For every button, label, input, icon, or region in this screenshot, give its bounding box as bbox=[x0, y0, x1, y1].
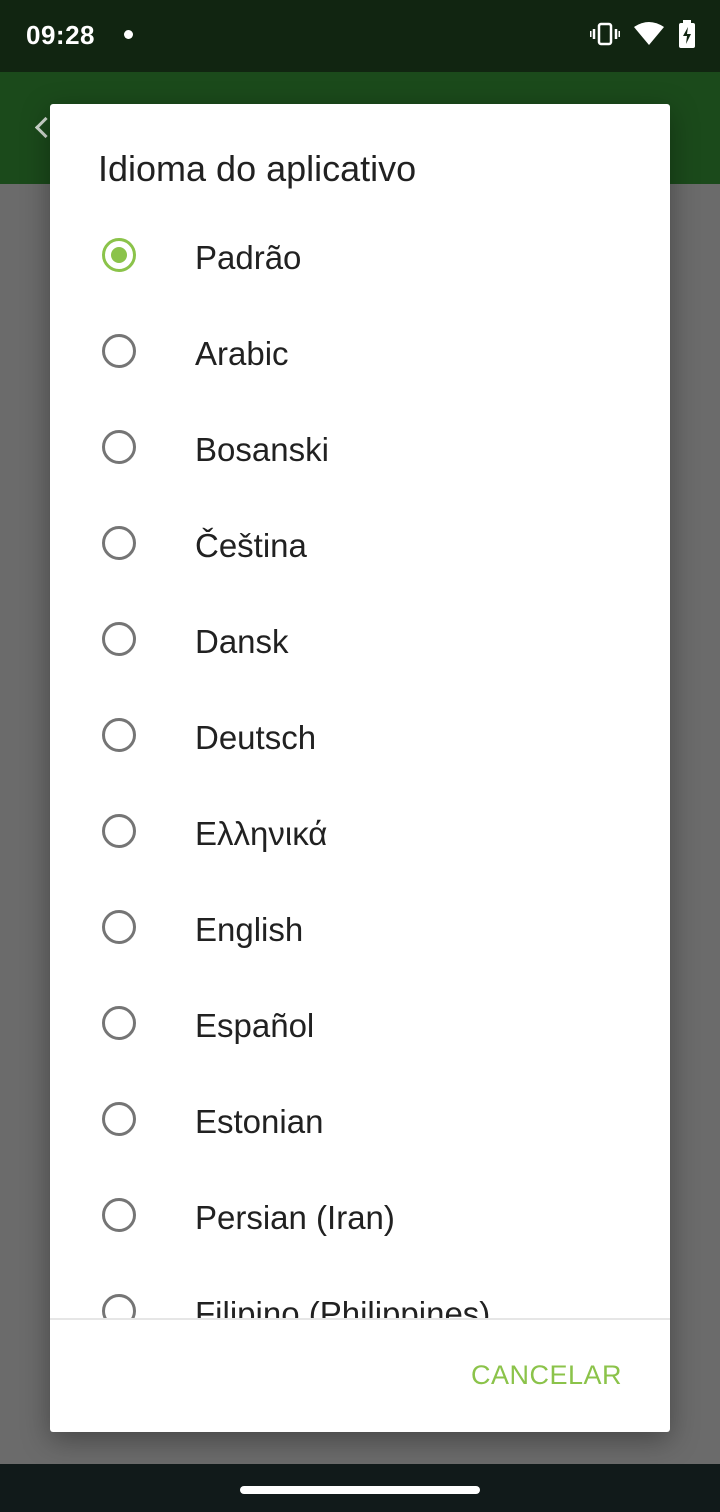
language-option-padrao[interactable]: Padrão bbox=[50, 210, 670, 306]
option-label: Padrão bbox=[195, 239, 302, 276]
language-option-arabic[interactable]: Arabic bbox=[50, 306, 670, 402]
status-bar: 09:28 bbox=[0, 0, 720, 72]
radio-unchecked-icon[interactable] bbox=[102, 718, 136, 752]
radio-unchecked-icon[interactable] bbox=[102, 910, 136, 944]
language-option-greek[interactable]: Ελληνικά bbox=[50, 786, 670, 882]
option-label: Español bbox=[195, 1007, 315, 1044]
option-label: Filipino (Philippines) bbox=[195, 1295, 491, 1319]
radio-unchecked-icon[interactable] bbox=[102, 526, 136, 560]
option-label: Dansk bbox=[195, 623, 289, 660]
radio-unchecked-icon[interactable] bbox=[102, 1006, 136, 1040]
language-option-estonian[interactable]: Estonian bbox=[50, 1074, 670, 1170]
status-icons bbox=[590, 20, 696, 48]
radio-unchecked-icon[interactable] bbox=[102, 814, 136, 848]
radio-unchecked-icon[interactable] bbox=[102, 430, 136, 464]
status-time: 09:28 bbox=[26, 20, 95, 50]
radio-unchecked-icon[interactable] bbox=[102, 1102, 136, 1136]
navigation-bar bbox=[0, 1464, 720, 1512]
language-option-espanol[interactable]: Español bbox=[50, 978, 670, 1074]
radio-checked-icon[interactable] bbox=[102, 238, 136, 272]
wifi-icon bbox=[634, 22, 664, 46]
option-label: Ελληνικά bbox=[195, 815, 328, 852]
language-option-bosanski[interactable]: Bosanski bbox=[50, 402, 670, 498]
dialog-divider bbox=[50, 1318, 670, 1320]
option-label: Bosanski bbox=[195, 431, 329, 468]
notification-dot-icon bbox=[124, 30, 133, 39]
battery-charging-icon bbox=[678, 20, 696, 48]
radio-unchecked-icon[interactable] bbox=[102, 622, 136, 656]
option-label: English bbox=[195, 911, 304, 948]
radio-unchecked-icon[interactable] bbox=[102, 334, 136, 368]
radio-unchecked-icon[interactable] bbox=[102, 1294, 136, 1318]
language-option-deutsch[interactable]: Deutsch bbox=[50, 690, 670, 786]
option-label: Persian (Iran) bbox=[195, 1199, 395, 1236]
language-option-persian[interactable]: Persian (Iran) bbox=[50, 1170, 670, 1266]
language-option-dansk[interactable]: Dansk bbox=[50, 594, 670, 690]
option-label: Čeština bbox=[195, 527, 307, 564]
dialog-title: Idioma do aplicativo bbox=[98, 148, 417, 189]
vibrate-icon bbox=[590, 22, 620, 46]
language-options-list[interactable]: Padrão Arabic Bosanski Čeština Dansk Deu… bbox=[50, 210, 670, 1318]
option-label: Deutsch bbox=[195, 719, 317, 756]
language-dialog: Idioma do aplicativo Padrão Arabic Bosan… bbox=[50, 104, 670, 1432]
home-gesture-handle[interactable] bbox=[240, 1486, 480, 1494]
language-option-cestina[interactable]: Čeština bbox=[50, 498, 670, 594]
option-label: Arabic bbox=[195, 335, 289, 372]
language-option-filipino[interactable]: Filipino (Philippines) bbox=[50, 1266, 670, 1318]
option-label: Estonian bbox=[195, 1103, 324, 1140]
language-option-english[interactable]: English bbox=[50, 882, 670, 978]
radio-unchecked-icon[interactable] bbox=[102, 1198, 136, 1232]
cancel-button[interactable]: CANCELAR bbox=[471, 1360, 622, 1391]
